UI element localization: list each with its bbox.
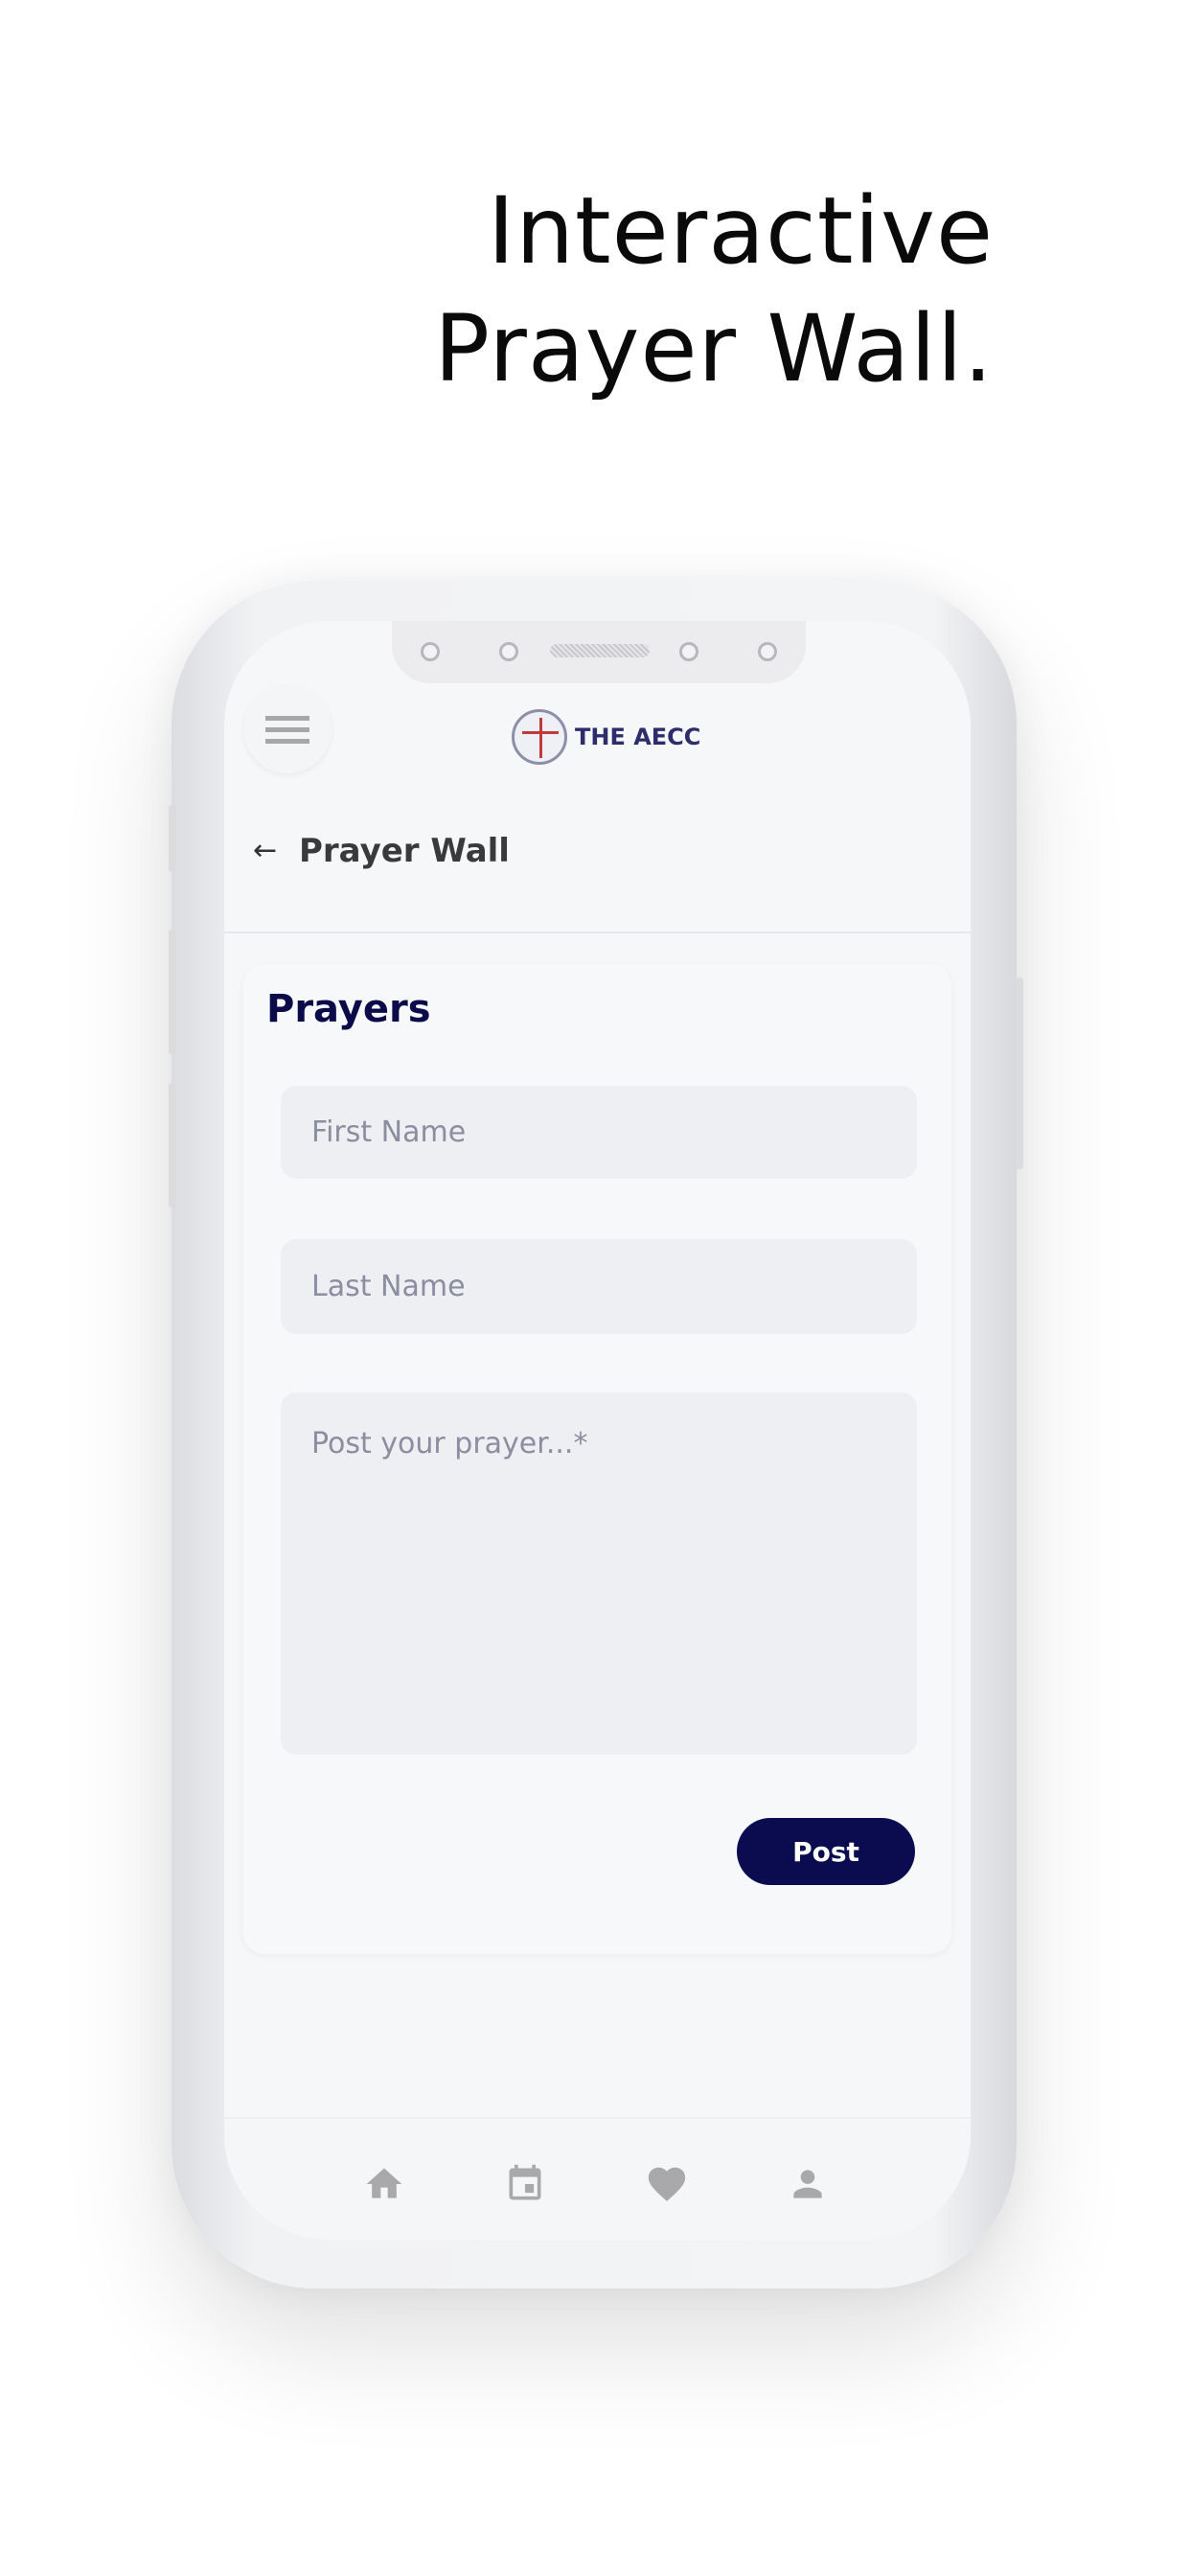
sensor-dot	[758, 642, 777, 661]
first-name-input[interactable]	[281, 1086, 917, 1179]
card-title: Prayers	[266, 987, 431, 1031]
phone-side-button	[169, 1083, 176, 1208]
headline-line-2: Prayer Wall.	[434, 295, 994, 402]
nav-events[interactable]	[502, 2161, 548, 2207]
headline-line-1: Interactive	[487, 177, 994, 285]
sensor-dot	[421, 642, 440, 661]
nav-profile[interactable]	[785, 2161, 831, 2207]
back-arrow-icon[interactable]: ←	[253, 834, 277, 867]
post-button[interactable]: Post	[737, 1818, 915, 1885]
heart-icon	[648, 2167, 686, 2201]
divider	[224, 932, 971, 933]
phone-power-button	[1016, 978, 1023, 1169]
menu-button[interactable]	[243, 685, 332, 773]
hamburger-icon	[265, 716, 309, 721]
hamburger-icon-line	[265, 739, 309, 744]
phone-side-button	[169, 805, 176, 872]
headline: Interactive Prayer Wall.	[434, 172, 994, 408]
sensor-dot	[499, 642, 518, 661]
calendar-icon	[509, 2164, 541, 2200]
speaker-grille	[550, 644, 650, 657]
nav-home[interactable]	[361, 2161, 407, 2207]
camera-dot	[679, 642, 698, 661]
prayer-form-card: Prayers Post	[243, 964, 951, 1954]
notch	[392, 621, 806, 683]
logo-text: THE AECC	[575, 724, 701, 750]
hamburger-icon-line	[265, 727, 309, 732]
bottom-nav	[224, 2117, 971, 2240]
nav-favorites[interactable]	[644, 2161, 690, 2207]
app-logo: THE AECC	[512, 709, 700, 765]
page-title: Prayer Wall	[299, 832, 510, 870]
phone-screen: THE AECC ← Prayer Wall Prayers Post	[224, 621, 971, 2240]
phone-side-button	[169, 930, 176, 1054]
last-name-input[interactable]	[281, 1239, 917, 1334]
person-icon	[793, 2170, 822, 2198]
home-icon	[366, 2168, 402, 2198]
seal-icon	[512, 709, 567, 765]
prayer-textarea[interactable]	[281, 1392, 917, 1755]
